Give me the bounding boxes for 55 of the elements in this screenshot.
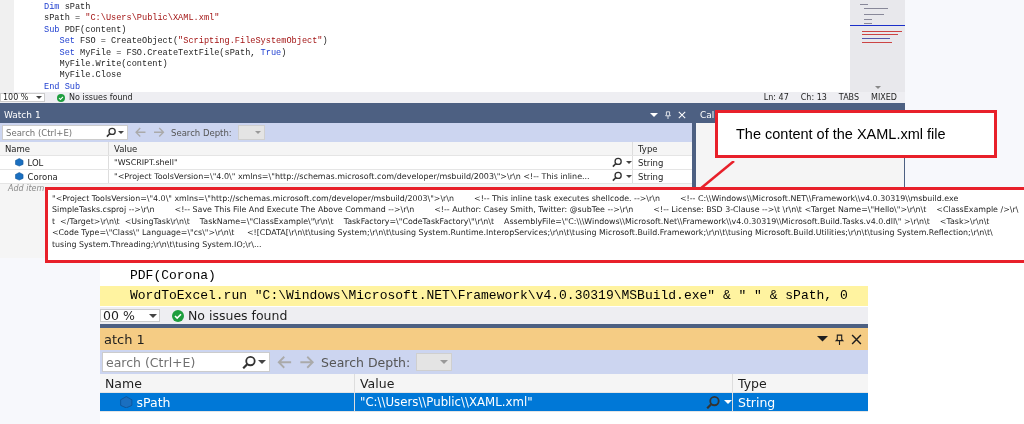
issues-status: No issues found [188,308,288,323]
column-header[interactable]: Value [108,142,632,155]
dropdown-icon[interactable] [650,113,658,117]
search-field[interactable]: Search (Ctrl+E) [2,124,128,141]
dropdown-icon[interactable] [626,175,632,178]
code-line: MyFile.Close [58,70,122,82]
line-endings: MIXED [871,93,897,102]
search-icon[interactable] [611,171,622,182]
column-header[interactable]: Name [0,142,108,155]
search-icon[interactable] [611,157,622,168]
zoom-dropdown[interactable]: 100 % [0,93,45,102]
code-line: MyFile.Write(content) [58,59,168,70]
code-line: End Sub [44,81,81,92]
code-line: Dim sPath [44,2,91,13]
minimap-drawing[interactable] [850,0,905,92]
variable-icon [120,395,133,409]
dropdown-icon[interactable] [817,336,828,342]
code-line: Set FSO = CreateObject("Scripting.FileSystemObject") [58,36,328,48]
line-number: Ln: 47 [763,93,789,102]
variable-name: Corona [27,171,58,182]
column-header[interactable]: Type [732,374,868,392]
column-number: Ch: 13 [800,93,827,102]
column-header[interactable]: Name [100,374,354,392]
dropdown-icon[interactable] [118,131,124,134]
column-header[interactable]: Type [632,142,692,155]
code-line: PDF(Corona) [129,267,217,285]
variable-value: "C:\\Users\\Public\\XAML.xml" [360,395,534,409]
variable-name: LOL [27,157,44,168]
code-line: Sub PDF(content) [44,24,127,36]
variable-type: String [738,394,776,410]
callout-note: The content of the XAML.xml file [715,110,997,158]
search-depth-label: Search Depth: [321,354,411,370]
watch-title-bar: Watch 1 [0,107,692,123]
variable-name: sPath [136,394,171,410]
dropdown-icon[interactable] [626,161,632,164]
check-circle-icon [57,93,65,102]
indent-mode: TABS [838,93,860,102]
search-depth-label: Search Depth: [171,127,232,138]
close-icon[interactable] [851,333,862,345]
watch-title-bar: atch 1 [100,328,868,350]
dropdown-icon[interactable] [149,313,157,318]
search-icon[interactable] [105,127,116,138]
dropdown-icon[interactable] [258,360,266,364]
search-field[interactable]: earch (Ctrl+E) [102,352,270,372]
check-circle-icon [172,309,184,322]
column-header[interactable]: Value [354,374,732,392]
code-line: Set MyFile = FSO.CreateTextFile(sPath, True) [58,47,287,59]
pin-icon[interactable] [834,333,845,345]
variable-type: String [638,157,664,168]
issues-status: No issues found [69,93,133,102]
variable-type: String [638,171,664,182]
dropdown-icon[interactable] [36,96,42,99]
zoom-dropdown[interactable]: 00 % [100,308,160,323]
code-line: sPath = "C:\Users\Public\XAML.xml" [44,13,220,25]
search-icon[interactable] [241,354,256,370]
